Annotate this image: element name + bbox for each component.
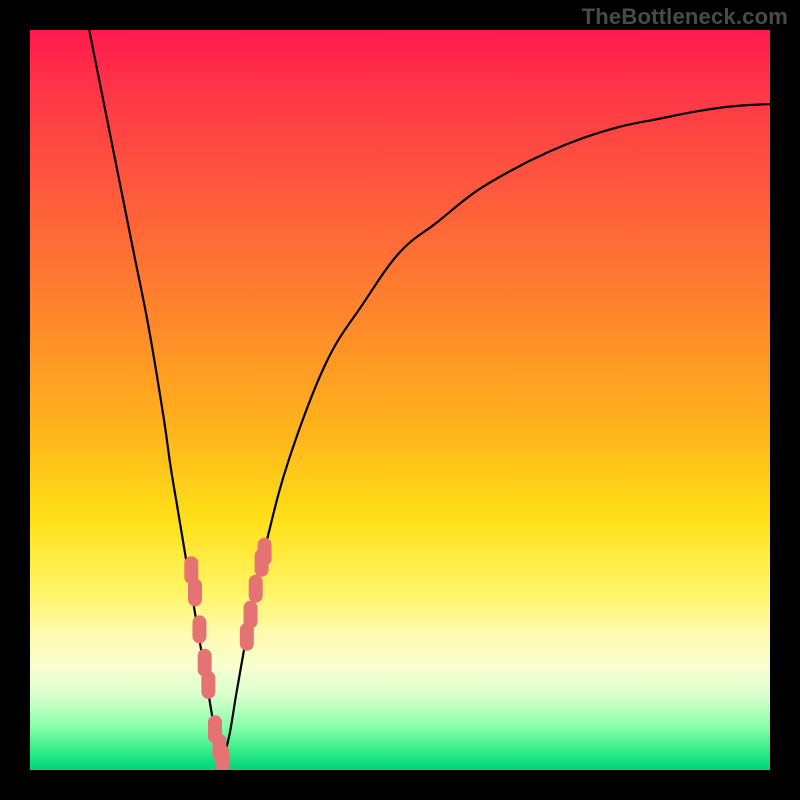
watermark-text: TheBottleneck.com	[582, 4, 788, 30]
marker-markers-left	[192, 615, 206, 643]
curve-right-branch	[222, 104, 770, 763]
marker-markers-left	[215, 745, 229, 770]
plot-area	[30, 30, 770, 770]
chart-svg	[30, 30, 770, 770]
marker-markers-right	[258, 538, 272, 566]
chart-frame: TheBottleneck.com	[0, 0, 800, 800]
marker-markers-left	[188, 578, 202, 606]
marker-markers-right	[244, 601, 258, 629]
marker-markers-right	[249, 575, 263, 603]
marker-markers-left	[201, 671, 215, 699]
